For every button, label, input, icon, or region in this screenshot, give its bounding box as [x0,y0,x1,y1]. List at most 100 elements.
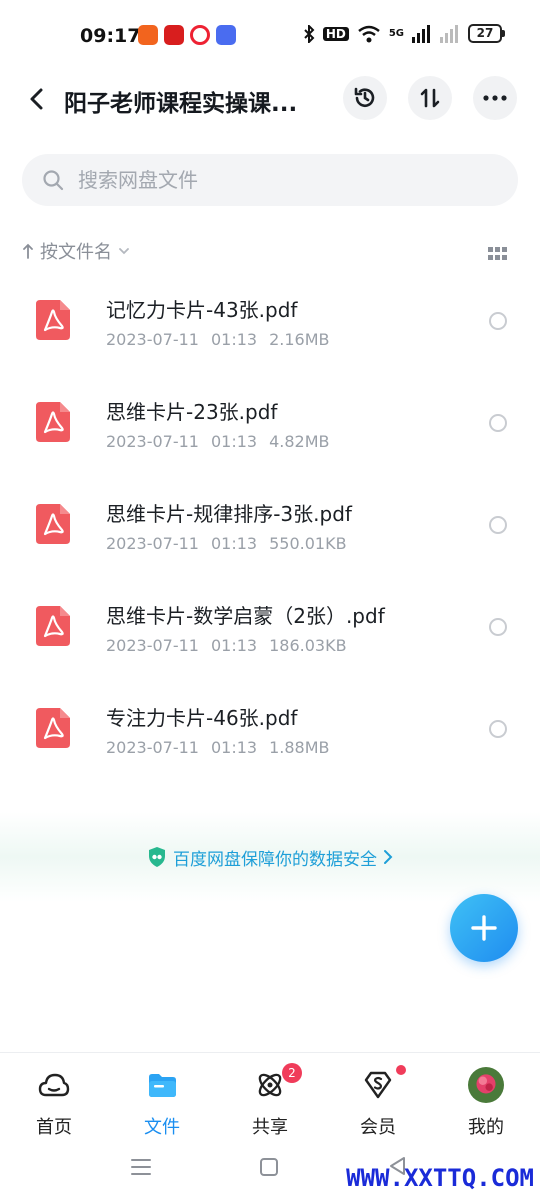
sort-arrow-up-icon [23,243,33,259]
select-checkbox[interactable] [489,618,507,636]
signal-icon [440,24,458,43]
pdf-file-icon [36,708,70,748]
file-time: 01:13 [210,330,258,349]
file-date: 2023-07-11 [106,534,199,553]
file-name: 记忆力卡片-43张.pdf [106,298,298,322]
file-row[interactable]: 记忆力卡片-43张.pdf 2023-07-11 01:13 2.16MB [0,272,540,374]
chevron-left-icon [30,88,43,110]
home-icon[interactable] [260,1158,278,1176]
watermark: WWW.XXTTQ.COM [346,1164,534,1192]
wifi-icon [358,25,380,42]
history-button[interactable] [343,76,387,120]
app-notification-icon [216,25,236,45]
file-row[interactable]: 思维卡片-23张.pdf 2023-07-11 01:13 4.82MB [0,374,540,476]
file-time: 01:13 [210,432,258,451]
plus-icon [471,915,497,941]
back-button[interactable] [22,84,52,114]
select-checkbox[interactable] [489,312,507,330]
grid-view-icon [488,247,507,260]
search-icon [43,170,64,191]
select-checkbox[interactable] [489,414,507,432]
transfer-button[interactable] [408,76,452,120]
sort-label: 按文件名 [40,242,112,263]
nav-label: 文件 [144,1117,180,1138]
sort-button[interactable]: 按文件名 [22,238,130,264]
file-name: 思维卡片-数学启蒙（2张）.pdf [106,604,385,628]
notification-badge: 2 [282,1063,302,1083]
chevron-right-icon [384,850,393,864]
page-title: 阳子老师课程实操课... [64,91,298,117]
nav-item-vip[interactable]: 会员 [338,1063,418,1139]
app-notification-icon [164,25,184,45]
security-link[interactable]: 百度网盘保障你的数据安全 [147,845,393,870]
search-bar[interactable] [22,154,518,206]
menu-icon[interactable] [131,1158,151,1176]
video-app-icon [190,25,210,45]
file-meta: 2023-07-11 01:13 550.01KB [106,534,359,553]
nav-item-me[interactable]: 我的 [446,1063,526,1139]
avatar [468,1067,504,1103]
file-size: 550.01KB [269,534,347,553]
pdf-file-icon [36,504,70,544]
nav-label: 我的 [468,1117,504,1138]
file-time: 01:13 [210,636,258,655]
select-checkbox[interactable] [489,720,507,738]
pdf-file-icon [36,606,70,646]
search-input[interactable] [78,154,498,206]
folder-icon [149,1074,176,1097]
file-name: 专注力卡片-46张.pdf [106,706,298,730]
bluetooth-icon [304,24,315,43]
nav-item-share[interactable]: 2 共享 [230,1063,310,1139]
file-name: 思维卡片-23张.pdf [106,400,278,424]
sort-row: 按文件名 [22,238,518,270]
status-time: 09:17 [80,25,141,47]
history-icon [354,87,375,107]
chevron-down-icon [119,248,129,255]
vip-diamond-icon [364,1071,392,1099]
file-size: 2.16MB [269,330,330,349]
file-meta: 2023-07-11 01:13 1.88MB [106,738,342,757]
header: 阳子老师课程实操课... [0,72,540,128]
file-meta: 2023-07-11 01:13 4.82MB [106,432,342,451]
status-bar: 09:17 HD 5G 27 [0,0,540,72]
add-button[interactable] [450,894,518,962]
file-date: 2023-07-11 [106,636,199,655]
file-list: 记忆力卡片-43张.pdf 2023-07-11 01:13 2.16MB 思维卡片… [0,272,540,782]
security-text: 百度网盘保障你的数据安全 [173,849,377,870]
file-time: 01:13 [210,534,258,553]
battery-indicator: 27 [468,24,505,43]
notification-icons [138,25,236,45]
nav-label: 首页 [36,1117,72,1138]
up-down-arrows-icon [420,88,440,108]
select-checkbox[interactable] [489,516,507,534]
file-date: 2023-07-11 [106,738,199,757]
more-dots-icon [483,95,507,101]
network-type: 5G [388,28,404,39]
nav-label: 共享 [252,1117,288,1138]
more-button[interactable] [473,76,517,120]
file-size: 1.88MB [269,738,330,757]
app-notification-icon [138,25,158,45]
notification-dot [396,1065,406,1075]
file-size: 186.03KB [269,636,347,655]
nav-item-files[interactable]: 文件 [122,1063,202,1139]
file-size: 4.82MB [269,432,330,451]
nav-item-home[interactable]: 首页 [14,1063,94,1139]
file-meta: 2023-07-11 01:13 186.03KB [106,636,359,655]
file-date: 2023-07-11 [106,330,199,349]
file-row[interactable]: 思维卡片-数学启蒙（2张）.pdf 2023-07-11 01:13 186.03K… [0,578,540,680]
pdf-file-icon [36,300,70,340]
file-time: 01:13 [210,738,258,757]
file-row[interactable]: 专注力卡片-46张.pdf 2023-07-11 01:13 1.88MB [0,680,540,782]
status-indicators: HD 5G 27 [303,24,505,43]
file-meta: 2023-07-11 01:13 2.16MB [106,330,342,349]
view-mode-button[interactable] [488,246,508,262]
file-name: 思维卡片-规律排序-3张.pdf [106,502,352,526]
cloud-home-icon [38,1073,70,1097]
security-banner: 百度网盘保障你的数据安全 [0,812,540,902]
system-nav-bar: WWW.XXTTQ.COM [0,1142,540,1200]
hd-icon: HD [322,26,349,41]
file-row[interactable]: 思维卡片-规律排序-3张.pdf 2023-07-11 01:13 550.01KB [0,476,540,578]
pdf-file-icon [36,402,70,442]
signal-icon [412,24,430,43]
